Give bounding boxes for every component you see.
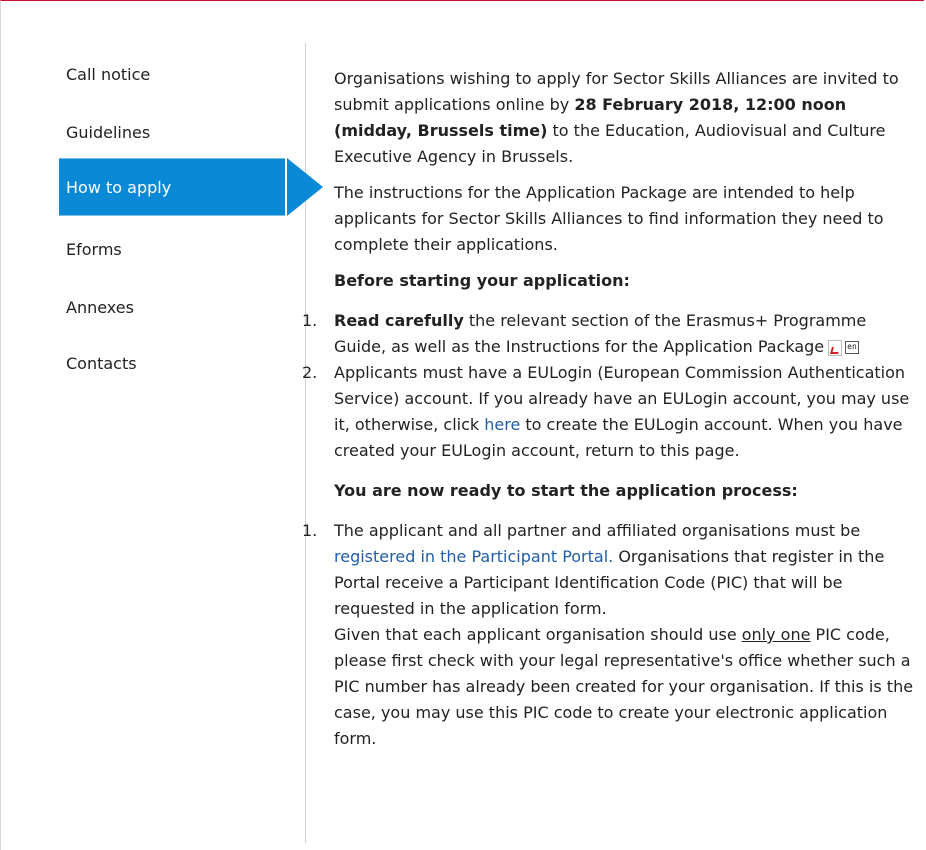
sidebar-item-guidelines[interactable]: Guidelines (59, 105, 292, 161)
list-number: 1. (302, 311, 318, 330)
ready-heading: You are now ready to start the applicati… (334, 481, 798, 500)
list-number: 1. (302, 521, 318, 540)
intro-paragraph: Organisations wishing to apply for Secto… (334, 66, 920, 170)
sidebar-item-how-to-apply[interactable]: How to apply (59, 158, 285, 216)
participant-portal-link[interactable]: registered in the Participant Portal. (334, 547, 613, 566)
list-item: 1. The applicant and all partner and aff… (302, 518, 920, 752)
sidebar-item-eforms[interactable]: Eforms (59, 222, 292, 278)
language-en-icon[interactable]: en (845, 341, 859, 354)
pic-text: Given that each applicant organisation s… (334, 625, 742, 644)
list-item-text: The applicant and all partner and affili… (334, 521, 861, 540)
before-list: 1. Read carefully the relevant section o… (302, 308, 920, 464)
sidebar-item-contacts[interactable]: Contacts (59, 336, 292, 392)
list-number: 2. (302, 363, 318, 382)
ready-list: 1. The applicant and all partner and aff… (302, 518, 920, 752)
before-heading: Before starting your application: (334, 271, 630, 290)
main-content: Organisations wishing to apply for Secto… (302, 66, 920, 766)
only-one-text: only one (741, 625, 811, 644)
sidebar-item-annexes[interactable]: Annexes (59, 280, 292, 336)
list-item: 2. Applicants must have a EULogin (Europ… (302, 360, 920, 464)
list-item: 1. Read carefully the relevant section o… (302, 308, 920, 360)
instructions-paragraph: The instructions for the Application Pac… (334, 183, 884, 254)
active-item-arrow (287, 158, 323, 216)
eulogin-here-link[interactable]: here (484, 415, 520, 434)
pdf-icon[interactable] (828, 339, 843, 356)
sidebar-item-call-notice[interactable]: Call notice (59, 47, 292, 103)
read-carefully-text: Read carefully (334, 311, 464, 330)
